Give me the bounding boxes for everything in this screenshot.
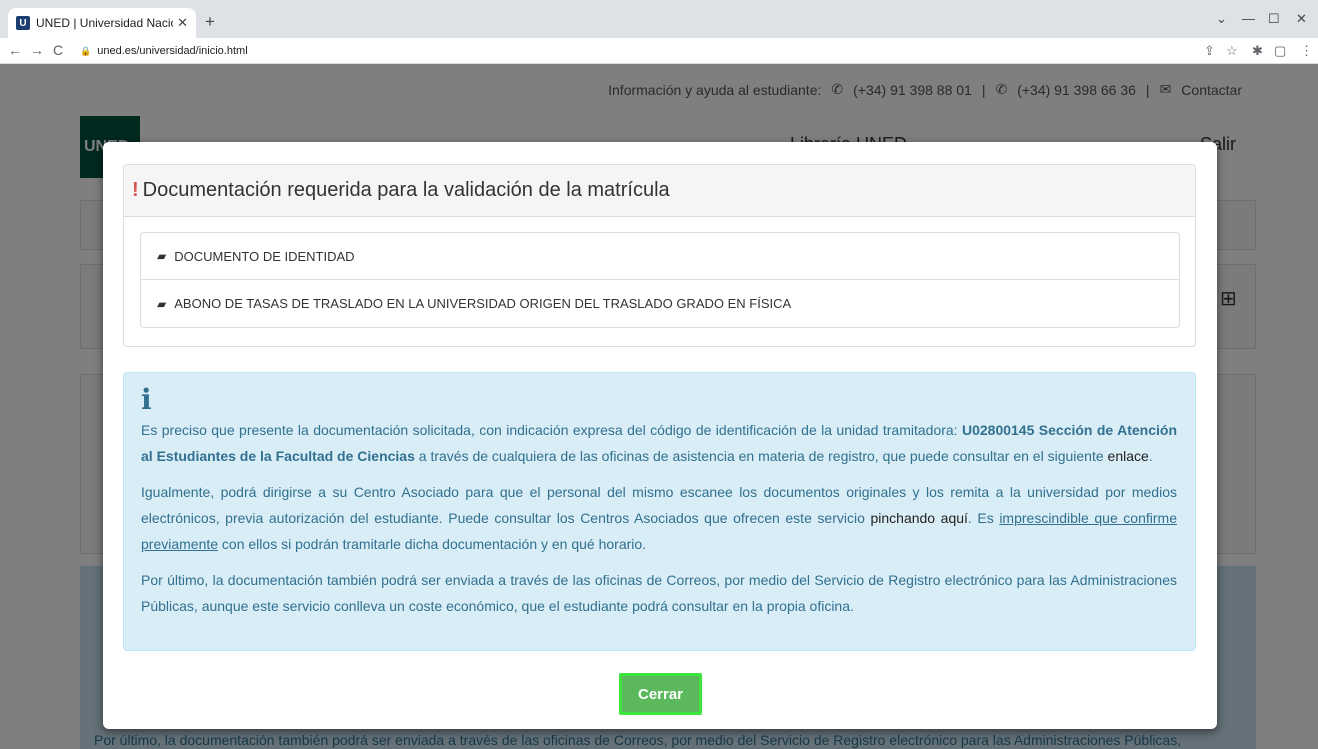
- info-icon: i: [141, 383, 152, 416]
- list-item: ▰ ABONO DE TASAS DE TRASLADO EN LA UNIVE…: [140, 280, 1180, 328]
- extensions-icon[interactable]: ✱: [1252, 43, 1263, 59]
- sidepanel-icon[interactable]: ▢: [1274, 43, 1286, 59]
- window-close-icon[interactable]: ✕: [1296, 11, 1307, 27]
- enlace-link[interactable]: enlace: [1108, 448, 1149, 464]
- minimize-icon[interactable]: —: [1242, 11, 1255, 26]
- new-tab-icon[interactable]: +: [205, 12, 215, 32]
- tab-close-icon[interactable]: ✕: [177, 15, 188, 31]
- forward-icon[interactable]: →: [30, 42, 44, 58]
- info-paragraph-1: Es preciso que presente la documentación…: [141, 417, 1177, 469]
- share-icon[interactable]: ⇪: [1204, 43, 1215, 59]
- pinchando-aqui-link[interactable]: pinchando aquí: [870, 510, 967, 526]
- back-icon[interactable]: ←: [8, 42, 22, 58]
- book-icon: ▰: [157, 249, 167, 263]
- menu-icon[interactable]: ⋮: [1300, 43, 1313, 59]
- list-item: ▰ DOCUMENTO DE IDENTIDAD: [140, 232, 1180, 280]
- document-list: ▰ DOCUMENTO DE IDENTIDAD ▰ ABONO DE TASA…: [140, 232, 1180, 328]
- exclamation-icon: !: [132, 179, 139, 201]
- browser-tab-bar: U UNED | Universidad Nacio ✕ + ⌄ — ☐ ✕: [0, 0, 1318, 38]
- documentation-modal: ! Documentación requerida para la valida…: [103, 142, 1217, 729]
- url-field[interactable]: 🔒 uned.es/universidad/inicio.html: [80, 41, 1180, 61]
- document-name: ABONO DE TASAS DE TRASLADO EN LA UNIVERS…: [174, 296, 792, 311]
- book-icon: ▰: [157, 296, 167, 311]
- modal-title-text: Documentación requerida para la validaci…: [142, 179, 670, 201]
- info-text: Es preciso que presente la documentación…: [141, 422, 962, 438]
- info-text: .: [1148, 448, 1153, 464]
- reload-icon[interactable]: C: [53, 42, 63, 58]
- modal-title: ! Documentación requerida para la valida…: [124, 165, 1195, 217]
- info-paragraph-2: Igualmente, podrá dirigirse a su Centro …: [141, 479, 1177, 557]
- info-text: con ellos si podrán tramitarle dicha doc…: [218, 536, 647, 552]
- lock-icon: 🔒: [80, 45, 92, 56]
- maximize-icon[interactable]: ☐: [1268, 11, 1280, 27]
- uned-favicon-icon: U: [16, 16, 30, 30]
- close-button[interactable]: Cerrar: [619, 673, 702, 715]
- browser-tab[interactable]: U UNED | Universidad Nacio ✕: [8, 8, 196, 38]
- info-paragraph-3: Por último, la documentación también pod…: [141, 572, 1177, 614]
- url-text: uned.es/universidad/inicio.html: [97, 45, 248, 57]
- info-text: a través de cualquiera de las oficinas d…: [414, 448, 1108, 464]
- info-text: . Es: [967, 510, 1000, 526]
- info-alert: i Es preciso que presente la documentaci…: [123, 372, 1196, 651]
- address-bar: ← → C 🔒 uned.es/universidad/inicio.html …: [0, 38, 1318, 64]
- document-name: DOCUMENTO DE IDENTIDAD: [174, 248, 355, 264]
- bookmark-star-icon[interactable]: ☆: [1226, 43, 1238, 59]
- required-docs-panel: ! Documentación requerida para la valida…: [123, 164, 1196, 347]
- tab-title: UNED | Universidad Nacio: [36, 16, 174, 30]
- tab-search-icon[interactable]: ⌄: [1216, 11, 1227, 27]
